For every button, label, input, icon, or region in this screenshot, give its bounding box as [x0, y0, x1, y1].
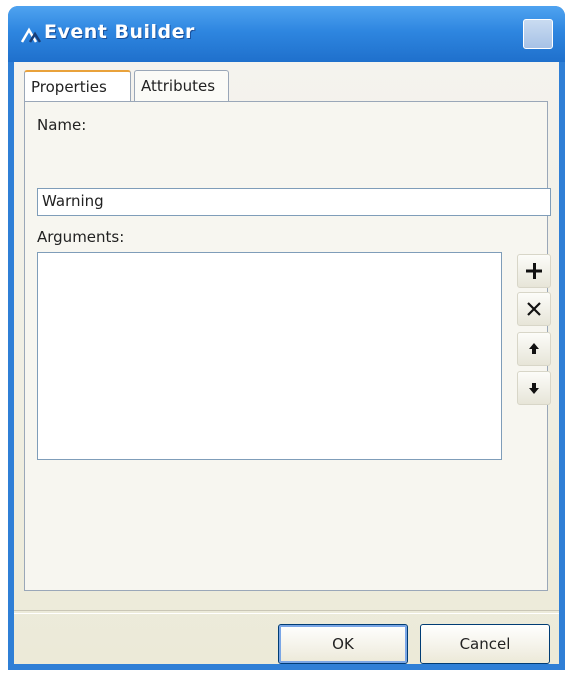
- name-input[interactable]: Warning: [37, 188, 551, 216]
- remove-argument-button[interactable]: [517, 292, 551, 326]
- arrow-down-icon: [529, 383, 539, 394]
- title-bar[interactable]: Event Builder: [8, 6, 565, 62]
- plus-icon: [526, 263, 542, 279]
- arguments-list[interactable]: [37, 252, 502, 460]
- properties-panel: Name: Warning Arguments:: [24, 101, 551, 591]
- move-up-button[interactable]: [517, 332, 551, 366]
- arrow-up-icon: [529, 343, 539, 354]
- event-builder-dialog: Event Builder Properties Attributes Name…: [8, 6, 565, 670]
- footer-divider: [14, 610, 559, 614]
- add-argument-button[interactable]: [517, 254, 551, 288]
- cancel-button[interactable]: Cancel: [420, 624, 550, 664]
- arguments-label: Arguments:: [37, 228, 125, 246]
- tab-attributes-label: Attributes: [141, 77, 216, 95]
- close-button[interactable]: [523, 19, 553, 49]
- tab-properties-label: Properties: [31, 78, 107, 96]
- app-logo-icon: [20, 27, 42, 43]
- tab-attributes[interactable]: Attributes: [134, 70, 229, 102]
- ok-button[interactable]: OK: [278, 624, 408, 664]
- name-label: Name:: [37, 116, 87, 134]
- dialog-body: Properties Attributes Name: Warning Argu…: [14, 62, 559, 664]
- close-x-icon: [527, 302, 541, 316]
- move-down-button[interactable]: [517, 371, 551, 405]
- tab-properties[interactable]: Properties: [24, 70, 131, 102]
- window-title: Event Builder: [44, 21, 195, 43]
